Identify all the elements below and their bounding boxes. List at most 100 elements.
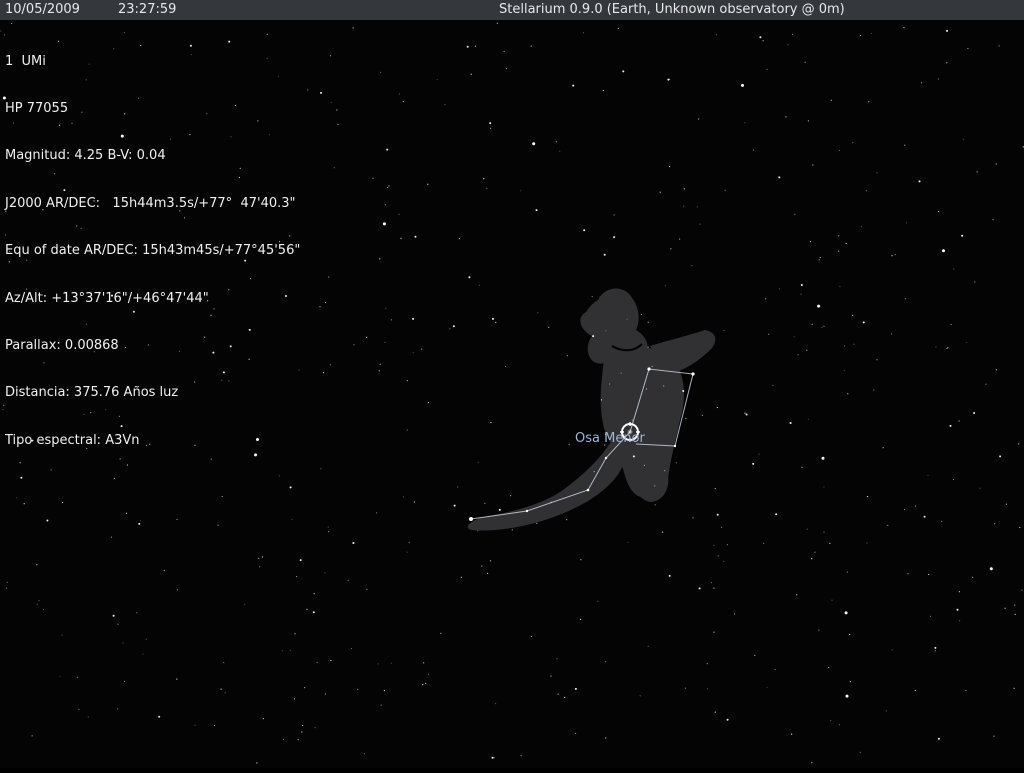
star — [337, 123, 339, 125]
star — [958, 420, 960, 422]
star — [62, 501, 64, 504]
star — [550, 675, 552, 677]
star — [800, 293, 802, 295]
star — [713, 587, 715, 589]
star — [947, 346, 949, 348]
star — [421, 348, 423, 350]
star — [259, 566, 261, 568]
star — [724, 189, 726, 191]
star — [112, 614, 115, 617]
star — [699, 223, 701, 225]
star — [555, 141, 558, 143]
star — [505, 68, 508, 70]
star — [23, 503, 25, 505]
star — [866, 496, 869, 498]
star — [830, 99, 832, 101]
star — [425, 682, 427, 685]
star — [807, 120, 810, 122]
star — [796, 594, 798, 596]
star — [536, 522, 538, 524]
app-title: Stellarium 0.9.0 (Earth, Unknown observa… — [499, 2, 845, 17]
star — [973, 412, 976, 414]
star — [117, 623, 119, 625]
star — [685, 417, 687, 419]
star — [406, 429, 408, 431]
star — [829, 542, 831, 545]
star — [291, 518, 293, 520]
star — [972, 576, 974, 578]
star — [710, 582, 713, 584]
star — [668, 574, 671, 577]
star — [620, 372, 622, 374]
star — [741, 83, 744, 87]
star — [333, 167, 335, 169]
star — [412, 352, 414, 354]
star — [1014, 613, 1016, 616]
star — [320, 91, 322, 94]
star — [797, 354, 799, 356]
star — [532, 142, 536, 146]
star — [966, 341, 968, 343]
star — [830, 719, 832, 722]
star — [505, 365, 507, 368]
star — [126, 464, 128, 466]
star — [849, 681, 852, 683]
star — [262, 718, 264, 720]
star — [887, 524, 889, 526]
star — [682, 390, 685, 392]
star — [870, 32, 872, 35]
star — [1013, 687, 1015, 689]
star — [676, 462, 678, 464]
star — [481, 565, 483, 567]
star — [752, 149, 755, 151]
star — [959, 620, 961, 622]
star — [557, 693, 559, 695]
star — [647, 346, 649, 348]
star — [626, 318, 628, 320]
star — [698, 118, 700, 120]
star — [838, 149, 841, 152]
star — [647, 321, 649, 323]
star — [918, 180, 921, 183]
star — [823, 531, 825, 533]
star — [484, 502, 486, 504]
star — [726, 718, 729, 721]
star — [845, 694, 849, 698]
star — [384, 341, 386, 343]
star — [297, 739, 299, 741]
star — [734, 613, 736, 615]
star — [640, 313, 643, 316]
star — [998, 45, 1000, 47]
star — [385, 307, 387, 309]
star — [793, 336, 795, 338]
star — [383, 690, 385, 692]
star — [953, 268, 955, 270]
star — [294, 633, 296, 635]
star — [772, 384, 774, 386]
star — [806, 528, 809, 530]
star — [444, 104, 446, 106]
star — [768, 333, 770, 335]
star — [882, 447, 884, 449]
star — [654, 485, 656, 487]
star — [865, 190, 868, 192]
star — [330, 55, 332, 57]
star — [458, 238, 460, 240]
star — [915, 505, 917, 507]
star — [289, 649, 291, 651]
star — [258, 557, 260, 559]
star — [934, 646, 937, 649]
star — [278, 475, 280, 477]
star — [831, 599, 833, 601]
star — [698, 587, 701, 590]
star — [723, 329, 725, 332]
star — [436, 78, 438, 81]
star — [378, 370, 380, 372]
star — [839, 285, 841, 288]
star — [821, 456, 825, 460]
star — [566, 355, 569, 357]
star — [223, 662, 225, 664]
star — [123, 680, 126, 683]
star — [823, 325, 825, 327]
star — [1019, 526, 1021, 529]
